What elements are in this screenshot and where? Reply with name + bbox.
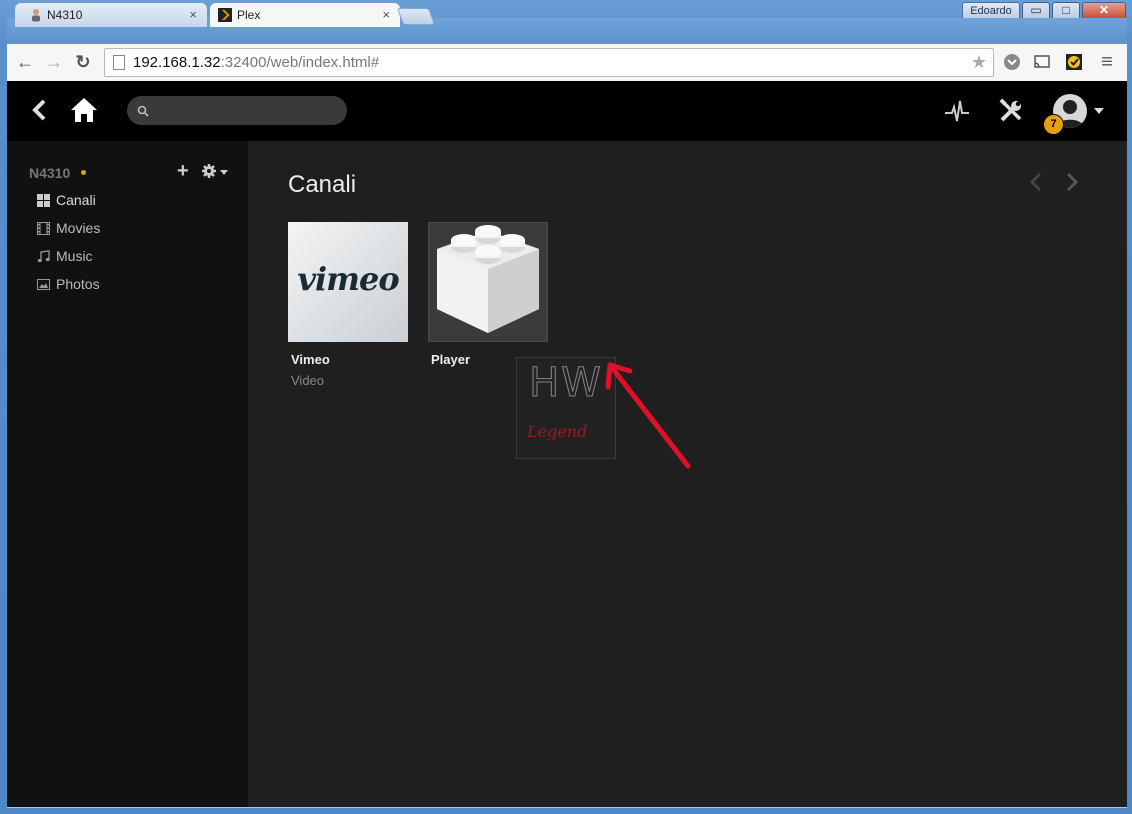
previous-page-icon[interactable] bbox=[1026, 171, 1048, 193]
plugin-lego-icon bbox=[437, 225, 539, 333]
main-content: Canali vimeo Vimeo Video Player HW Legen… bbox=[248, 141, 1127, 807]
settings-tools-icon[interactable] bbox=[997, 97, 1025, 125]
bookmark-star-icon[interactable]: ★ bbox=[971, 52, 987, 73]
tab-close-icon[interactable]: × bbox=[189, 3, 197, 27]
address-bar[interactable]: 192.168.1.32:32400/web/index.html# ★ bbox=[104, 48, 994, 77]
channel-poster[interactable] bbox=[428, 222, 548, 342]
sidebar-item-label: Music bbox=[56, 248, 93, 264]
server-name[interactable]: N4310 bbox=[29, 165, 70, 181]
plex-favicon-icon bbox=[218, 8, 232, 22]
sidebar-item-movies[interactable]: Movies bbox=[37, 218, 237, 240]
sidebar-item-label: Photos bbox=[56, 276, 100, 292]
reload-icon[interactable]: ↻ bbox=[73, 52, 93, 72]
menu-icon[interactable]: ≡ bbox=[1097, 52, 1117, 72]
channel-title: Player bbox=[431, 352, 471, 367]
activity-pulse-icon[interactable] bbox=[943, 97, 971, 125]
sidebar-item-music[interactable]: Music bbox=[37, 246, 237, 268]
tab-label: N4310 bbox=[47, 8, 83, 22]
search-icon bbox=[137, 105, 149, 117]
annotation-arrow bbox=[605, 362, 691, 469]
chevron-down-icon[interactable] bbox=[220, 170, 228, 175]
new-tab-button[interactable] bbox=[396, 8, 436, 25]
chevron-down-icon[interactable] bbox=[1094, 108, 1104, 114]
back-arrow-icon[interactable]: ← bbox=[15, 52, 35, 72]
add-icon[interactable]: + bbox=[177, 161, 189, 181]
channel-card-player[interactable]: Player bbox=[428, 222, 548, 367]
sidebar-item-photos[interactable]: Photos bbox=[37, 274, 237, 296]
cast-icon[interactable] bbox=[1033, 53, 1051, 71]
channel-poster[interactable]: vimeo bbox=[288, 222, 408, 342]
channel-subtitle: Video bbox=[291, 373, 325, 388]
url-text: 192.168.1.32:32400/web/index.html# bbox=[133, 54, 380, 71]
sidebar: N4310 + Canali Movies Music Photos bbox=[7, 141, 248, 807]
picture-icon bbox=[37, 279, 50, 290]
tab-n4310[interactable]: N4310 × bbox=[15, 3, 207, 27]
grid-icon bbox=[37, 194, 50, 207]
browser-toolbar: ← → ↻ 192.168.1.32:32400/web/index.html#… bbox=[7, 44, 1127, 82]
server-status-dot bbox=[81, 170, 86, 175]
extension-shield-icon[interactable] bbox=[1003, 53, 1021, 71]
music-note-icon bbox=[37, 250, 50, 263]
sidebar-item-label: Movies bbox=[56, 220, 101, 236]
vimeo-logo: vimeo bbox=[297, 260, 399, 298]
channel-title: Vimeo bbox=[291, 352, 330, 367]
page-title: Canali bbox=[288, 171, 357, 198]
tab-plex[interactable]: Plex × bbox=[210, 3, 400, 27]
channel-card-vimeo[interactable]: vimeo Vimeo Video bbox=[288, 222, 408, 388]
sidebar-item-canali[interactable]: Canali bbox=[37, 190, 237, 212]
person-favicon-icon bbox=[32, 9, 40, 22]
tab-label: Plex bbox=[237, 8, 261, 22]
gear-icon[interactable] bbox=[201, 163, 217, 179]
tab-close-icon[interactable]: × bbox=[382, 3, 390, 27]
notification-badge[interactable]: 7 bbox=[1043, 114, 1064, 135]
back-chevron-icon[interactable] bbox=[27, 97, 53, 123]
next-page-icon[interactable] bbox=[1060, 171, 1082, 193]
plex-header: 7 bbox=[7, 81, 1127, 141]
film-icon bbox=[37, 222, 50, 235]
checkmark-extension-icon[interactable] bbox=[1065, 53, 1083, 71]
forward-arrow-icon[interactable]: → bbox=[44, 52, 64, 72]
page-icon bbox=[113, 55, 125, 70]
window-bottom-edge bbox=[7, 807, 1127, 808]
search-input[interactable] bbox=[127, 96, 347, 125]
home-icon[interactable] bbox=[69, 95, 99, 125]
sidebar-item-label: Canali bbox=[56, 192, 96, 208]
